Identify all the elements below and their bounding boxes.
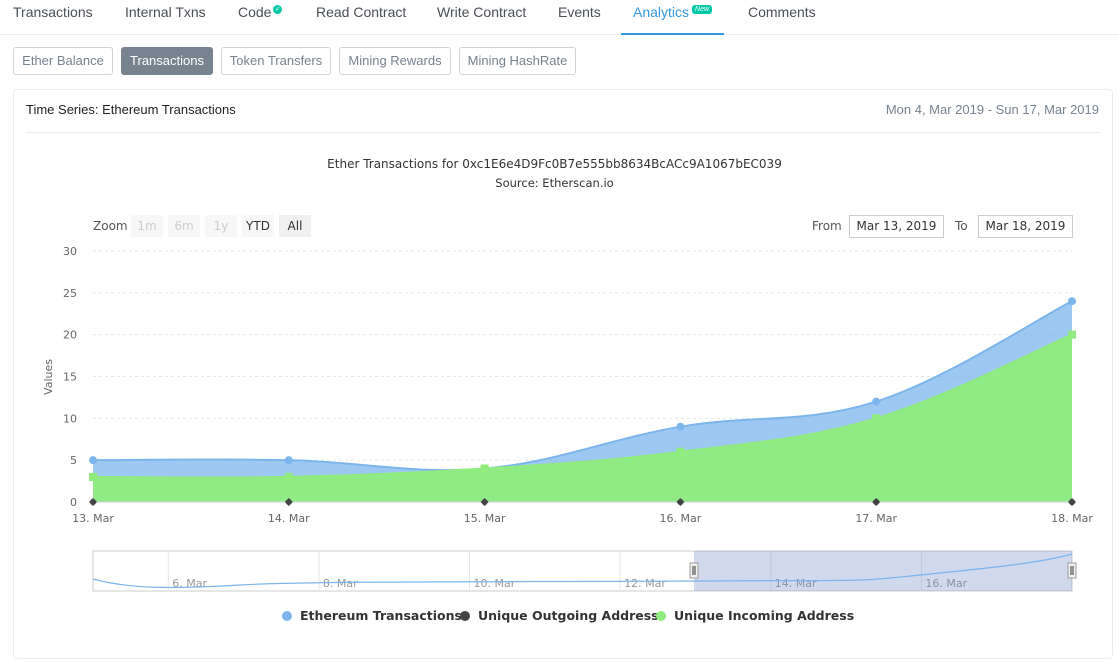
data-point: [89, 472, 97, 481]
data-point: [1068, 297, 1076, 306]
tab-analytics[interactable]: Analytics New: [621, 0, 725, 35]
navigator-handle: [689, 562, 699, 579]
tab-label: Write Contract: [437, 4, 527, 20]
navigator-selection: [694, 551, 1072, 591]
legend-marker: [460, 611, 470, 621]
from-label: From: [812, 219, 842, 233]
tab-transactions[interactable]: Transactions: [13, 0, 93, 35]
tab-events[interactable]: Events: [558, 0, 601, 35]
to-date-input[interactable]: Mar 18, 2019: [978, 215, 1073, 238]
data-point: [1068, 330, 1076, 339]
to-label: To: [955, 219, 968, 233]
navigator-label: 8. Mar: [323, 577, 358, 590]
tab-label: Transactions: [13, 4, 93, 20]
data-point: [89, 456, 97, 465]
data-point: [676, 447, 685, 456]
x-tick-label: 13. Mar: [72, 512, 114, 525]
data-point: [872, 397, 881, 406]
mining-rewards-button[interactable]: Mining Rewards: [339, 47, 451, 75]
data-point: [480, 464, 489, 473]
mining-hashrate-button[interactable]: Mining HashRate: [459, 47, 576, 75]
tab-label: Read Contract: [316, 4, 407, 20]
chart-subtitle: Source: Etherscan.io: [495, 176, 614, 190]
y-tick-label: 30: [63, 245, 77, 258]
legend-marker: [282, 611, 292, 621]
zoom-6m-button[interactable]: 6m: [168, 215, 200, 237]
legend-unique-outgoing-address[interactable]: Unique Outgoing Address: [460, 608, 659, 623]
y-tick-label: 15: [63, 371, 77, 384]
chart-title: Ether Transactions for 0xc1E6e4D9Fc0B7e5…: [327, 157, 782, 171]
x-tick-label: 16. Mar: [660, 512, 702, 525]
tab-read-contract[interactable]: Read Contract: [316, 0, 406, 35]
tab-label: Analytics: [633, 4, 690, 20]
divider: [26, 132, 1100, 133]
y-axis-label: Values: [42, 359, 55, 395]
legend-label: Unique Outgoing Address: [478, 608, 659, 623]
y-tick-label: 5: [70, 454, 77, 467]
tab-comments[interactable]: Comments: [748, 0, 816, 35]
navigator-label: 6. Mar: [172, 577, 207, 590]
zoom-label: Zoom: [93, 219, 128, 233]
card-title: Time Series: Ethereum Transactions: [26, 102, 236, 117]
legend-marker: [656, 611, 666, 621]
x-tick-label: 14. Mar: [268, 512, 310, 525]
tab-code[interactable]: Code ✓: [238, 0, 283, 35]
navigator-label: 10. Mar: [474, 577, 516, 590]
zoom-all-button[interactable]: All: [279, 215, 311, 237]
navigator-label: 12. Mar: [624, 577, 666, 590]
token-transfers-button[interactable]: Token Transfers: [221, 47, 331, 75]
x-tick-label: 18. Mar: [1051, 512, 1093, 525]
legend-ethereum-transactions[interactable]: Ethereum Transactions: [282, 608, 462, 623]
legend-label: Ethereum Transactions: [300, 608, 462, 623]
x-tick-label: 15. Mar: [464, 512, 506, 525]
y-tick-label: 0: [70, 496, 77, 509]
new-badge: New: [692, 5, 713, 14]
tab-label: Code: [238, 4, 272, 20]
navigator-handle: [1067, 562, 1077, 579]
zoom-1m-button[interactable]: 1m: [131, 215, 163, 237]
card-date-range: Mon 4, Mar 2019 - Sun 17, Mar 2019: [885, 102, 1099, 117]
tab-label: Events: [558, 4, 601, 20]
area-chart: 0 5 10 15 20 25 30 13. Mar 14. Mar 15. Mar 16. Ma…: [42, 245, 1093, 592]
tab-bar: Transactions Internal Txns Code ✓ Read Co…: [0, 0, 1119, 35]
tab-write-contract[interactable]: Write Contract: [437, 0, 526, 35]
y-tick-label: 20: [63, 329, 77, 342]
from-date-input[interactable]: Mar 13, 2019: [849, 215, 944, 238]
x-axis-ticks: 13. Mar 14. Mar 15. Mar 16. Mar 17. Mar 18. M…: [72, 498, 1093, 525]
y-tick-label: 25: [63, 287, 77, 300]
data-point: [284, 456, 293, 465]
ether-balance-button[interactable]: Ether Balance: [13, 47, 113, 75]
legend-label: Unique Incoming Address: [674, 608, 855, 623]
series-areas: [92, 300, 1073, 502]
legend-unique-incoming-address[interactable]: Unique Incoming Address: [656, 608, 854, 623]
zoom-1y-button[interactable]: 1y: [205, 215, 237, 237]
transactions-button[interactable]: Transactions: [121, 47, 213, 75]
data-point: [284, 472, 293, 481]
tab-internal-txns[interactable]: Internal Txns: [125, 0, 206, 35]
tab-label: Internal Txns: [125, 4, 206, 20]
verified-check-icon: ✓: [273, 5, 283, 14]
navigator[interactable]: 6. Mar8. Mar10. Mar12. Mar14. Mar16. Mar: [92, 550, 1077, 592]
data-point: [676, 422, 685, 431]
y-tick-label: 10: [63, 412, 77, 425]
x-tick-label: 17. Mar: [855, 512, 897, 525]
tab-label: Comments: [748, 4, 816, 20]
y-axis-ticks: 0 5 10 15 20 25 30: [63, 245, 77, 509]
zoom-ytd-button[interactable]: YTD: [242, 215, 274, 237]
data-point: [872, 414, 881, 423]
